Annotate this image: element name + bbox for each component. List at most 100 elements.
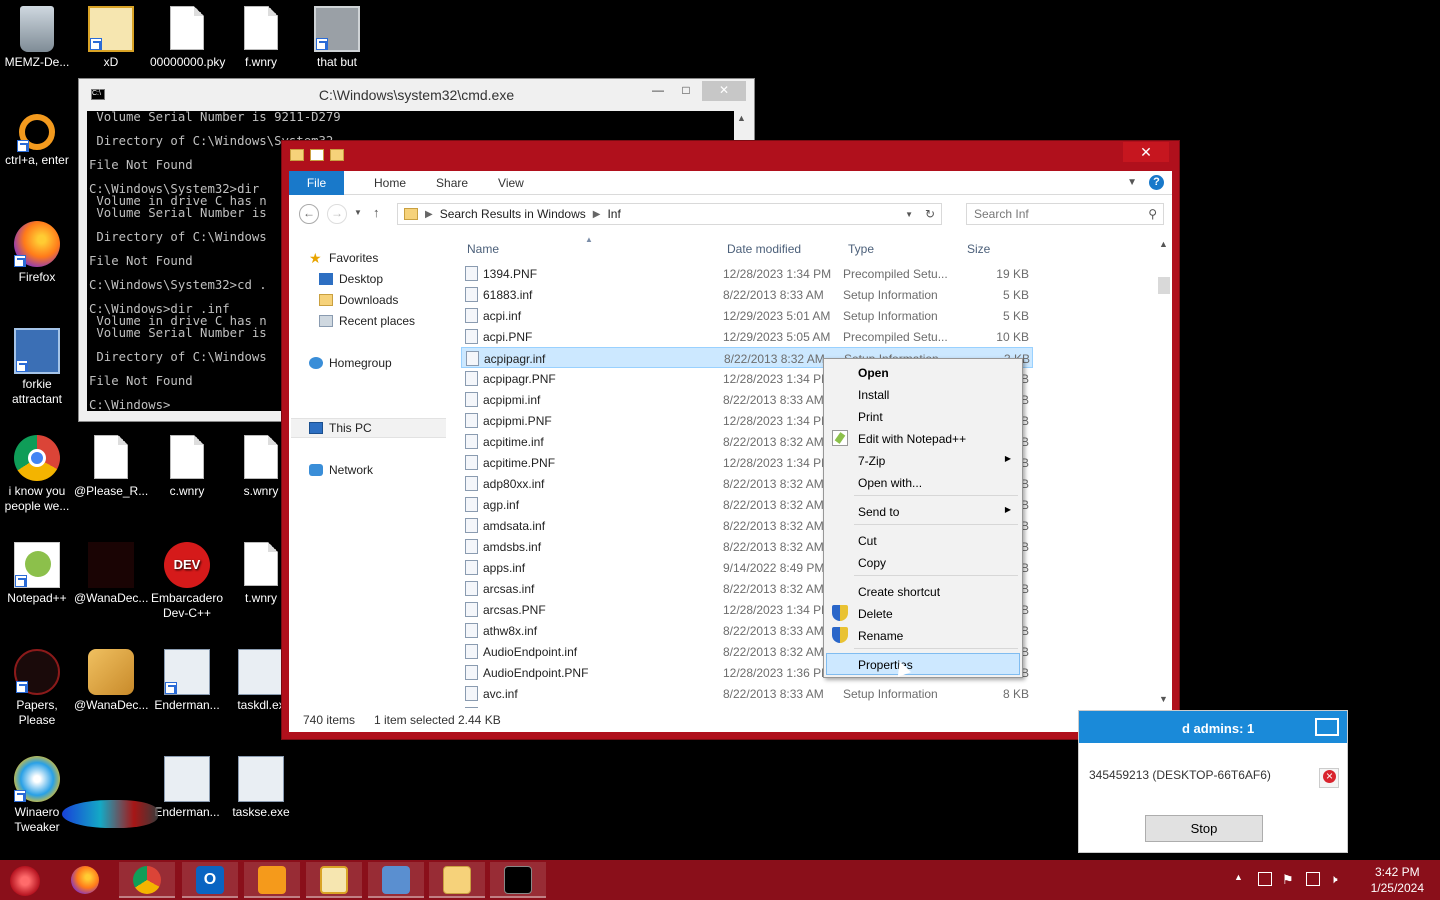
scroll-thumb[interactable] [1158, 277, 1170, 294]
desktop-icon-pky[interactable]: 00000000.pky [150, 6, 225, 70]
clock[interactable]: 3:42 PM 1/25/2024 [1371, 864, 1424, 896]
nav-downloads[interactable]: Downloads [319, 291, 398, 309]
maximize-icon[interactable]: □ [672, 81, 700, 101]
desktop-icon-that-but[interactable]: that but [300, 6, 374, 70]
menu-item-7zip[interactable]: 7-Zip ▶ [826, 449, 1020, 471]
table-row[interactable]: 61883.inf 8/22/2013 8:33 AM Setup Informat… [461, 284, 1033, 305]
properties-icon[interactable] [310, 149, 324, 161]
column-date-modified[interactable]: Date modified [727, 242, 801, 256]
search-icon[interactable]: ⚲ [1148, 204, 1157, 224]
desktop-icon-wanadec-2[interactable]: @WanaDec... [74, 649, 148, 713]
desktop-icon-please-read[interactable]: @Please_R... [74, 435, 148, 499]
desktop-icon-firefox[interactable]: Firefox [0, 221, 74, 285]
forward-icon[interactable]: → [327, 204, 347, 224]
column-type[interactable]: Type [848, 242, 874, 256]
menu-item-rename[interactable]: Rename [826, 624, 1020, 646]
scroll-down-icon[interactable]: ▼ [1159, 694, 1168, 704]
column-name[interactable]: Name [467, 242, 499, 256]
desktop-icon-chrome[interactable]: i know you people we... [0, 435, 74, 514]
desktop-icon-ctrl-a[interactable]: ctrl+a, enter [0, 114, 74, 168]
stop-button[interactable]: Stop [1145, 815, 1263, 842]
cmd-titlebar[interactable]: C:\ C:\Windows\system32\cmd.exe — □ ✕ [79, 79, 754, 111]
breadcrumb-inf[interactable]: Inf [607, 207, 620, 221]
nav-desktop[interactable]: Desktop [319, 270, 383, 288]
menu-item-open-with[interactable]: Open with... [826, 471, 1020, 493]
refresh-icon[interactable]: ↻ [925, 207, 935, 221]
close-icon[interactable]: ✕ [702, 81, 746, 101]
scroll-up-icon[interactable]: ▲ [737, 113, 746, 123]
taskbar-explorer[interactable] [429, 862, 485, 898]
explorer-titlebar[interactable]: ✕ [282, 141, 1179, 171]
desktop-icon-taskse[interactable]: taskse.exe [224, 756, 298, 820]
desktop-icon-notepadpp[interactable]: Notepad++ [0, 542, 74, 606]
desktop-icon-memz[interactable]: MEMZ-De... [0, 6, 74, 70]
shortcut-arrow-icon [316, 38, 328, 50]
explorer-window[interactable]: ✕ File Home Share View ▼ ? ← → ▼ ↑ ▶ Sea… [281, 140, 1180, 740]
table-row[interactable]: acpi.PNF 12/29/2023 5:05 AM Precompiled Se… [461, 326, 1033, 347]
taskbar-paint[interactable] [244, 862, 300, 898]
nav-network[interactable]: Network [309, 461, 373, 479]
taskbar-chrome[interactable] [119, 862, 175, 898]
menu-item-print[interactable]: Print [826, 405, 1020, 427]
start-button[interactable] [10, 866, 40, 896]
scroll-up-icon[interactable]: ▲ [1159, 239, 1168, 249]
minimize-icon[interactable]: — [644, 81, 672, 101]
taskbar-remote[interactable] [368, 862, 424, 898]
up-icon[interactable]: ↑ [373, 205, 380, 220]
taskbar-outlook[interactable]: O [182, 862, 238, 898]
menu-item-copy[interactable]: Copy [826, 551, 1020, 573]
desktop-icon-wanadec-1[interactable]: @WanaDec... [74, 542, 148, 606]
address-dropdown-icon[interactable]: ▼ [905, 210, 913, 219]
desktop-icon-cwnry[interactable]: c.wnry [150, 435, 224, 499]
tab-share[interactable]: Share [436, 176, 468, 190]
ribbon-expand-icon[interactable]: ▼ [1127, 177, 1137, 188]
table-row[interactable]: avc.inf 8/22/2013 8:33 AM Setup Informatio… [461, 683, 1033, 704]
desktop-icon-winaero[interactable]: Winaero Tweaker [0, 756, 74, 835]
column-size[interactable]: Size [967, 242, 990, 256]
new-folder-icon[interactable] [330, 149, 344, 161]
nav-homegroup[interactable]: Homegroup [309, 354, 392, 372]
menu-item-properties[interactable]: Properties [826, 653, 1020, 675]
action-center-icon[interactable] [1258, 872, 1272, 886]
table-row[interactable]: acpi.inf 12/29/2023 5:01 AM Setup Informat… [461, 305, 1033, 326]
help-icon[interactable]: ? [1149, 175, 1164, 190]
desktop-icon-xd[interactable]: xD [74, 6, 148, 70]
flag-icon[interactable]: ⚑ [1282, 872, 1296, 887]
show-hidden-icons-icon[interactable]: ▲ [1234, 872, 1248, 886]
menu-item-install[interactable]: Install [826, 383, 1020, 405]
desktop-icon-enderman-2[interactable]: Enderman... [150, 756, 224, 820]
tab-file[interactable]: File [289, 170, 344, 195]
table-row[interactable]: 1394.PNF 12/28/2023 1:34 PM Precompiled Se… [461, 263, 1033, 284]
desktop-icon-fwnry[interactable]: f.wnry [224, 6, 298, 70]
recent-locations-icon[interactable]: ▼ [354, 208, 362, 217]
desktop-icon-papers-please[interactable]: Papers, Please [0, 649, 74, 728]
taskbar-cmd[interactable] [490, 862, 546, 898]
nav-favorites[interactable]: ★ Favorites [309, 249, 378, 267]
tab-home[interactable]: Home [374, 176, 406, 190]
desktop-icon-devcpp[interactable]: DEV Embarcadero Dev-C++ [150, 542, 224, 621]
taskbar-firefox[interactable] [57, 862, 113, 898]
desktop-icon-forkie[interactable]: forkie attractant [0, 328, 74, 407]
nav-this-pc[interactable]: This PC [309, 419, 372, 437]
menu-item-open[interactable]: Open [826, 361, 1020, 383]
menu-item-delete[interactable]: Delete [826, 602, 1020, 624]
volume-icon[interactable]: 🕨 [1330, 872, 1344, 886]
back-icon[interactable]: ← [299, 204, 319, 224]
file-list[interactable]: ▲ Name Date modified Type Size 1394.PNF 1… [459, 235, 1154, 708]
breadcrumb-search-results[interactable]: Search Results in Windows [440, 207, 586, 221]
network-icon[interactable] [1306, 872, 1320, 886]
close-icon[interactable]: ✕ [1123, 142, 1169, 162]
file-list-scrollbar[interactable]: ▲ ▼ [1155, 235, 1172, 708]
address-bar[interactable]: ▶ Search Results in Windows ▶ Inf ▼ ↻ [397, 203, 942, 225]
menu-item-send-to[interactable]: Send to ▶ [826, 500, 1020, 522]
screen-share-icon[interactable] [1315, 718, 1339, 736]
menu-item-cut[interactable]: Cut [826, 529, 1020, 551]
nav-recent-places[interactable]: Recent places [319, 312, 415, 330]
menu-item-edit-notepadpp[interactable]: Edit with Notepad++ [826, 427, 1020, 449]
menu-item-create-shortcut[interactable]: Create shortcut [826, 580, 1020, 602]
taskbar-hxd[interactable] [306, 862, 362, 898]
tab-view[interactable]: View [498, 176, 524, 190]
search-input[interactable]: Search Inf ⚲ [966, 203, 1164, 225]
remove-admin-icon[interactable] [1319, 768, 1339, 788]
desktop-icon-enderman-1[interactable]: Enderman... [150, 649, 224, 713]
